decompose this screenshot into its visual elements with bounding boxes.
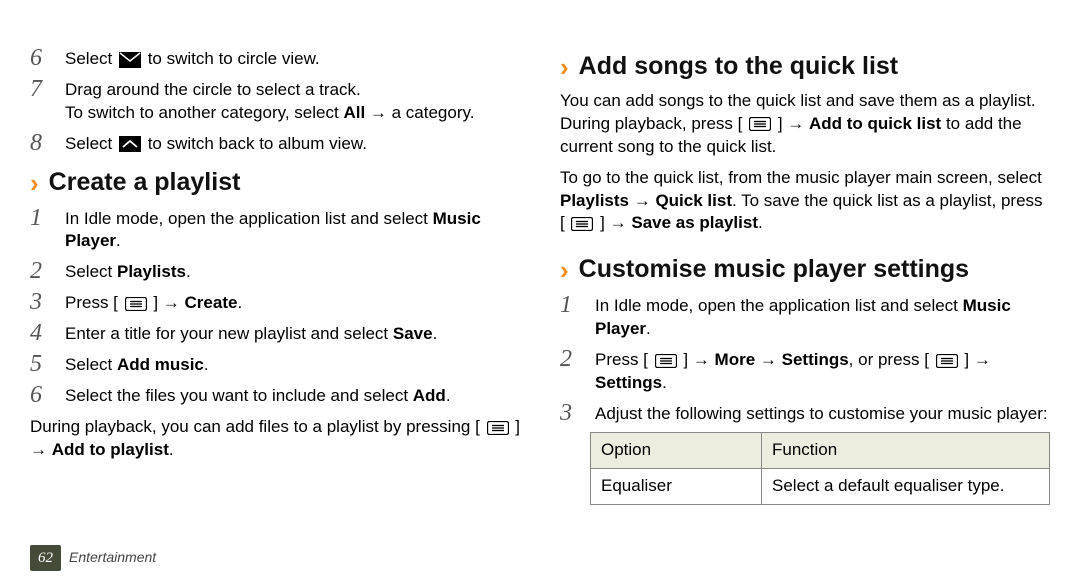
step: 3Press [ ] → Create. (30, 290, 520, 315)
section-quicklist-heading: › Add songs to the quick list (560, 50, 1050, 84)
left-column: 6Select to switch to circle view.7Drag a… (30, 40, 520, 576)
step-number: 6 (30, 46, 65, 70)
step-number: 6 (30, 383, 65, 407)
envelope-icon (119, 52, 141, 68)
step-body: In Idle mode, open the application list … (595, 293, 1050, 341)
step-body: Select Playlists. (65, 259, 191, 284)
quicklist-para-2: To go to the quick list, from the music … (560, 167, 1050, 236)
step-body: Press [ ] → Create. (65, 290, 242, 315)
step-body: Adjust the following settings to customi… (595, 401, 1048, 426)
step-number: 7 (30, 77, 65, 101)
right-column: › Add songs to the quick list You can ad… (560, 40, 1050, 576)
step: 4Enter a title for your new playlist and… (30, 321, 520, 346)
step: 5Select Add music. (30, 352, 520, 377)
step-number: 4 (30, 321, 65, 345)
step-number: 8 (30, 131, 65, 155)
create-steps: 1In Idle mode, open the application list… (30, 206, 520, 409)
step: 6Select the files you want to include an… (30, 383, 520, 408)
step-number: 3 (560, 401, 595, 425)
table-head-option: Option (591, 432, 762, 468)
step: 1In Idle mode, open the application list… (30, 206, 520, 254)
step: 8Select to switch back to album view. (30, 131, 520, 156)
step: 3Adjust the following settings to custom… (560, 401, 1050, 426)
heading-customise: Customise music player settings (579, 253, 969, 287)
step: 6Select to switch to circle view. (30, 46, 520, 71)
footer: 62 Entertainment (30, 545, 156, 571)
step: 2Select Playlists. (30, 259, 520, 284)
heading-quicklist: Add songs to the quick list (579, 50, 898, 84)
menu-icon (749, 117, 771, 131)
menu-icon (571, 217, 593, 231)
table-head-function: Function (762, 432, 1050, 468)
step-number: 2 (560, 347, 595, 371)
table-cell-function: Select a default equaliser type. (762, 468, 1050, 504)
customise-steps: 1In Idle mode, open the application list… (560, 293, 1050, 426)
settings-table: Option Function Equaliser Select a defau… (590, 432, 1050, 505)
chevron-icon: › (560, 257, 569, 283)
step-number: 1 (560, 293, 595, 317)
table-cell-option: Equaliser (591, 468, 762, 504)
menu-icon (655, 354, 677, 368)
table-row: Equaliser Select a default equaliser typ… (591, 468, 1050, 504)
step: 2Press [ ] → More → Settings, or press [… (560, 347, 1050, 395)
step: 7Drag around the circle to select a trac… (30, 77, 520, 125)
step-body: Drag around the circle to select a track… (65, 77, 474, 125)
step-number: 5 (30, 352, 65, 376)
quicklist-para-1: You can add songs to the quick list and … (560, 90, 1050, 159)
step-body: Select to switch back to album view. (65, 131, 367, 156)
step-body: Select Add music. (65, 352, 209, 377)
step-body: Select to switch to circle view. (65, 46, 320, 71)
chevron-up-icon (119, 136, 141, 152)
heading-create: Create a playlist (49, 166, 241, 200)
menu-icon (487, 421, 509, 435)
menu-icon (125, 297, 147, 311)
menu-icon (936, 354, 958, 368)
step-number: 1 (30, 206, 65, 230)
chevron-icon: › (560, 54, 569, 80)
after-paragraph: During playback, you can add files to a … (30, 416, 520, 462)
continued-steps: 6Select to switch to circle view.7Drag a… (30, 46, 520, 156)
step-body: Press [ ] → More → Settings, or press [ … (595, 347, 1050, 395)
step: 1In Idle mode, open the application list… (560, 293, 1050, 341)
step-number: 3 (30, 290, 65, 314)
step-body: Select the files you want to include and… (65, 383, 451, 408)
step-number: 2 (30, 259, 65, 283)
footer-section: Entertainment (69, 548, 156, 567)
page-number: 62 (30, 545, 61, 571)
section-customise-heading: › Customise music player settings (560, 253, 1050, 287)
step-body: In Idle mode, open the application list … (65, 206, 520, 254)
chevron-icon: › (30, 170, 39, 196)
step-body: Enter a title for your new playlist and … (65, 321, 437, 346)
section-create-heading: › Create a playlist (30, 166, 520, 200)
